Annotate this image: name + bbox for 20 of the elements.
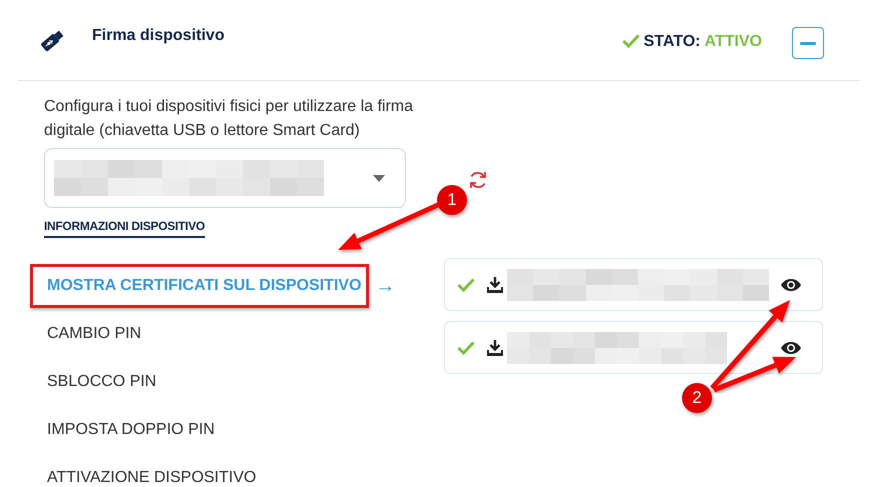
status-label: STATO: xyxy=(644,33,701,51)
menu-item[interactable]: SBLOCCO PIN xyxy=(30,360,164,404)
arrow-glyph: → xyxy=(375,274,396,298)
step-badge: 1 xyxy=(437,185,467,215)
usb-stick-icon xyxy=(38,28,66,54)
menu-item[interactable]: ATTIVAZIONE DISPOSITIVO xyxy=(30,456,264,487)
caret-icon xyxy=(373,174,385,182)
collapse-button[interactable] xyxy=(792,27,824,59)
menu-item[interactable]: IMPOSTA DOPPIO PIN xyxy=(30,408,223,452)
refresh-icon[interactable] xyxy=(468,170,488,190)
status-value: ATTIVO xyxy=(704,33,762,51)
device-info-link[interactable]: INFORMAZIONI DISPOSITIVO xyxy=(44,219,205,238)
download-icon[interactable] xyxy=(486,276,504,294)
step-badge: 2 xyxy=(682,383,712,413)
download-icon[interactable] xyxy=(486,338,504,356)
eye-icon[interactable] xyxy=(780,278,802,292)
menu-item[interactable]: CAMBIO PIN xyxy=(30,312,150,356)
description: Configura i tuoi dispositivi fisici per utilizzare la firma digitale (chiavetta USB o lettore Smart Card) xyxy=(44,97,414,141)
section-title: Firma dispositivo xyxy=(92,27,224,45)
eye-icon[interactable] xyxy=(780,340,802,354)
